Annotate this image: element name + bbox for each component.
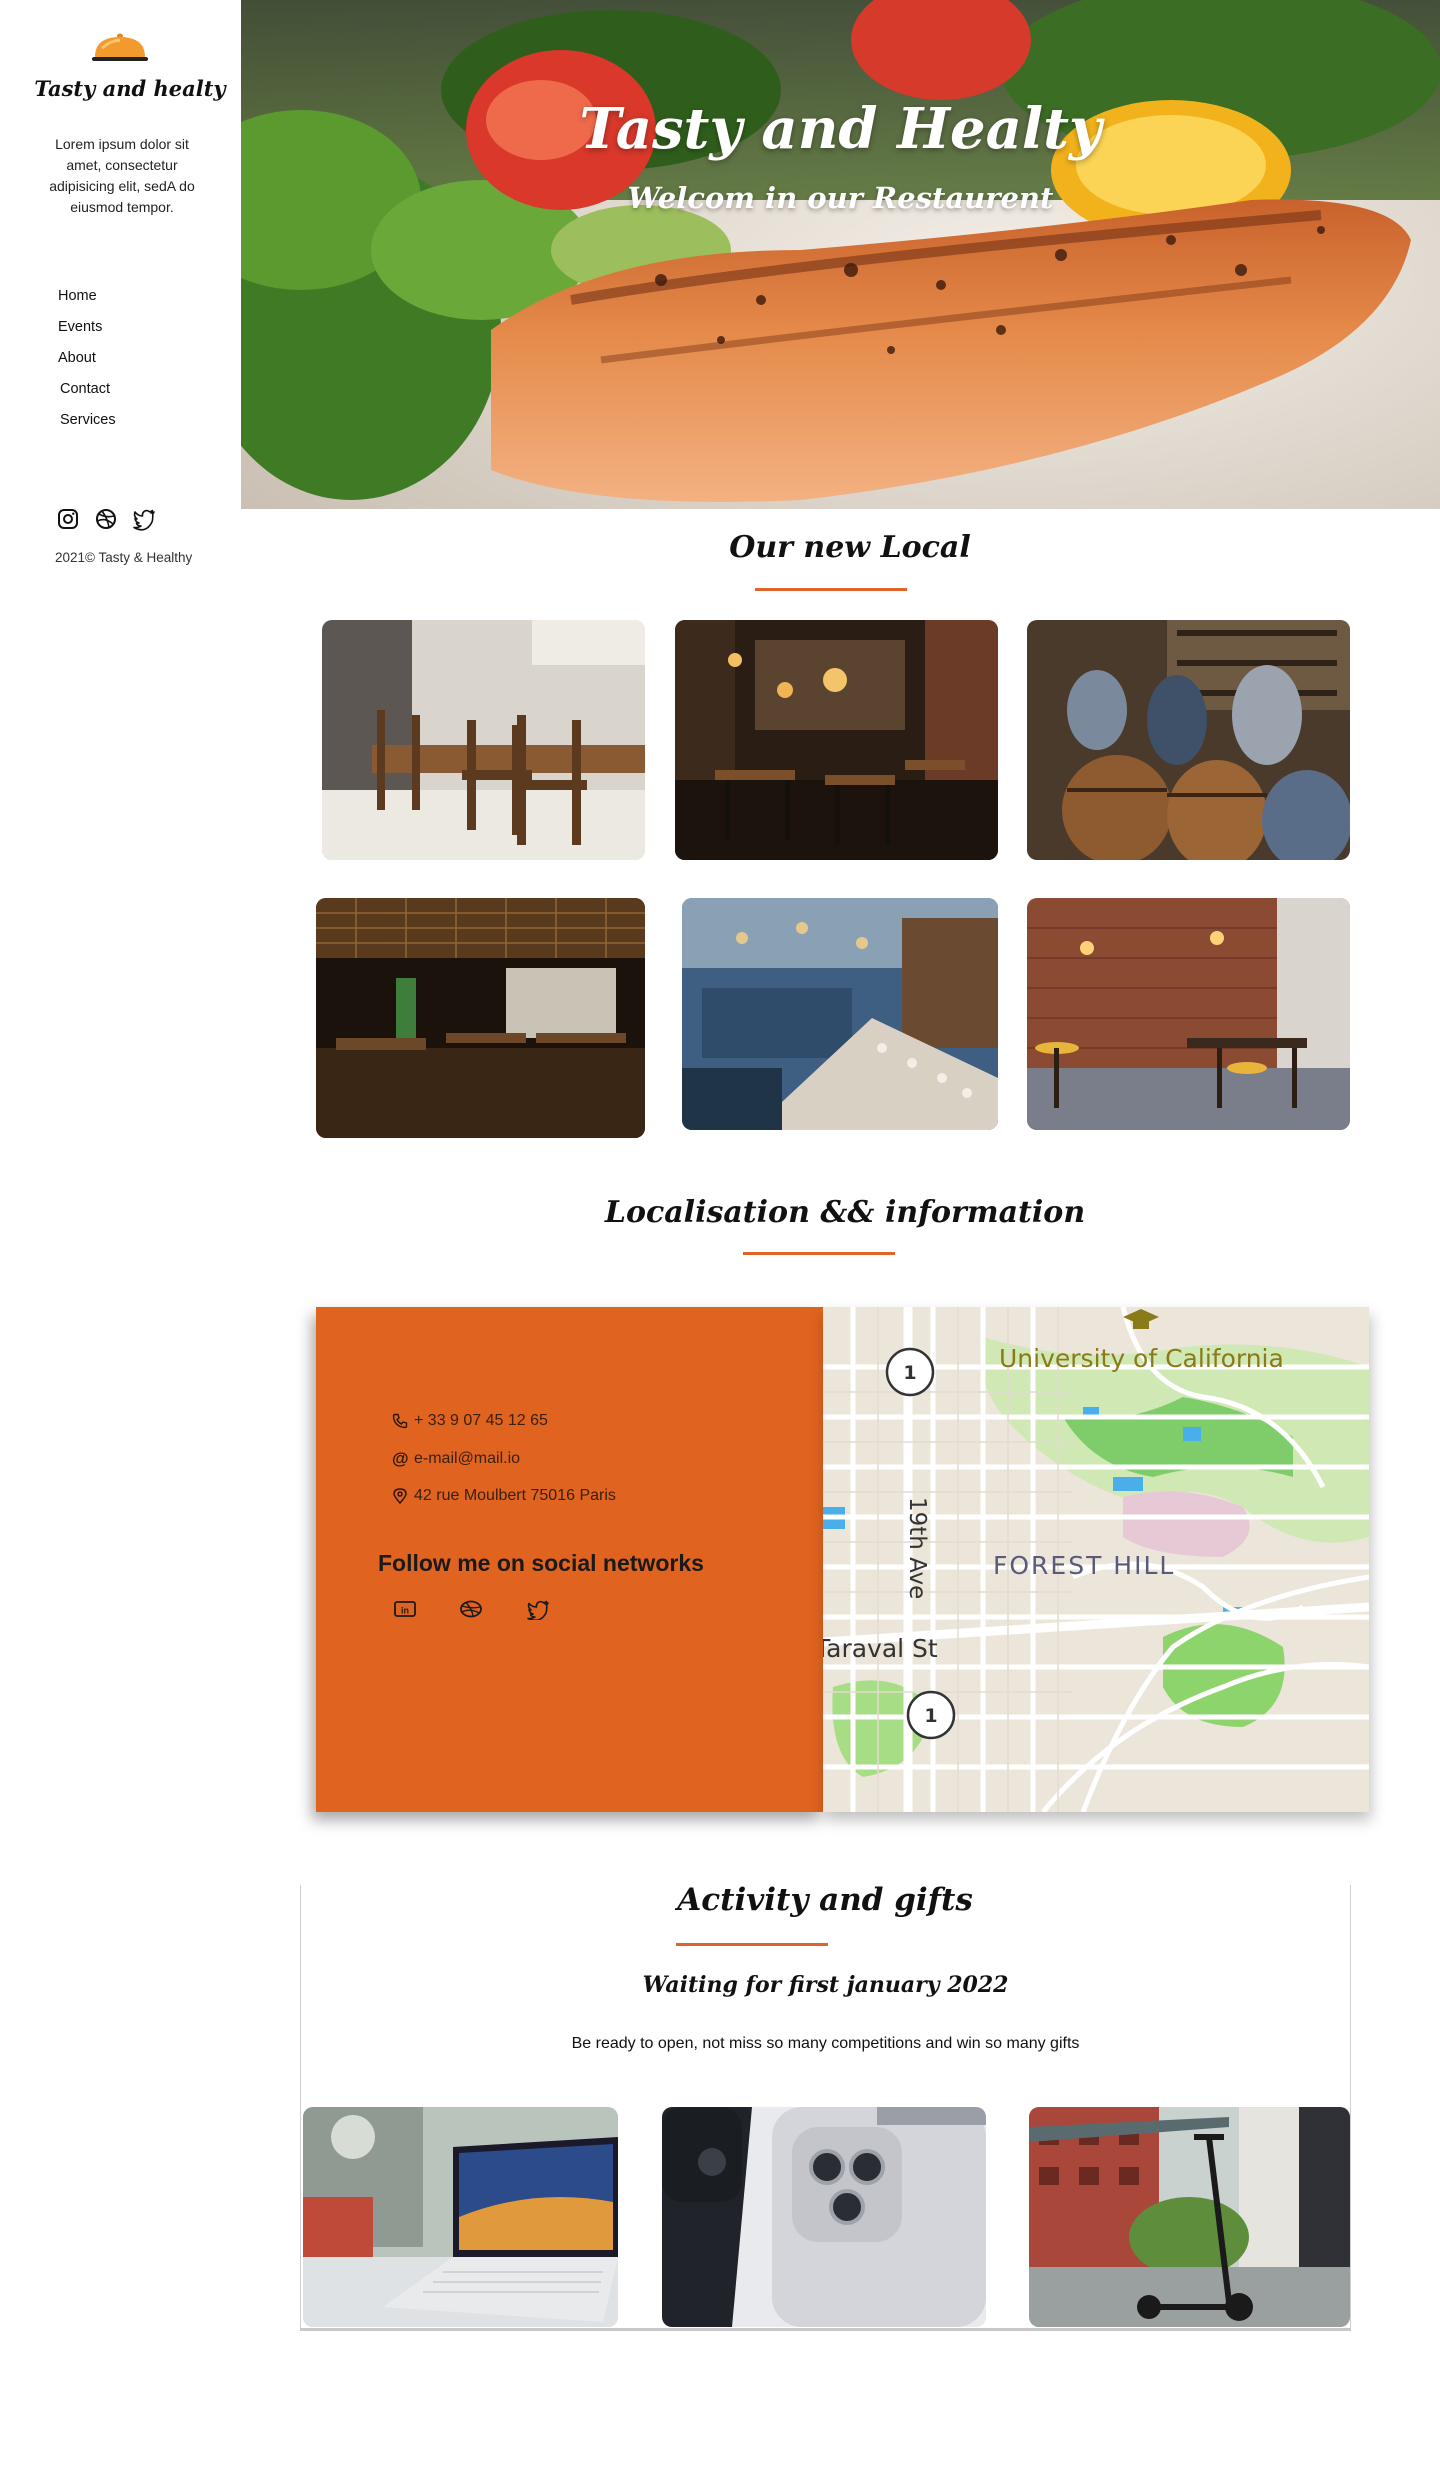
phone-line: + 33 9 07 45 12 65	[392, 1412, 548, 1430]
gift-smartphone	[662, 2107, 986, 2327]
local-photo-4	[316, 898, 645, 1138]
gift-laptop	[303, 2107, 618, 2327]
nav-item-about[interactable]: About	[58, 348, 116, 379]
twitter-icon[interactable]	[132, 507, 156, 531]
nav-item-events[interactable]: Events	[58, 317, 116, 348]
activity-waiting-title: Waiting for first january 2022	[642, 1972, 1009, 1998]
svg-text:in: in	[401, 1606, 409, 1616]
email-line: @ e-mail@mail.io	[392, 1450, 520, 1468]
hero-title: Tasty and Healty	[579, 96, 1102, 162]
twitter-icon[interactable]	[524, 1598, 550, 1622]
map-label-19th-ave: 19th Ave	[904, 1497, 930, 1599]
nav-item-home[interactable]: Home	[58, 286, 116, 317]
local-section-title: Our new Local	[729, 530, 971, 565]
main-nav: Home Events About Contact Services	[58, 286, 116, 441]
brand-intro: Lorem ipsum dolor sit amet, consectetur …	[49, 136, 195, 215]
local-title-underline	[755, 588, 907, 591]
instagram-icon[interactable]	[56, 507, 80, 531]
map-label-taraval: Taraval St	[823, 1634, 938, 1663]
follow-social-links: in	[392, 1598, 550, 1622]
sidebar: Tasty and healty Lorem ipsum dolor sit a…	[0, 0, 241, 620]
location-pin-icon	[393, 1488, 407, 1504]
local-photo-1	[322, 620, 645, 860]
dribbble-icon[interactable]	[458, 1598, 484, 1620]
map-tiles: 1 1 University of California 19th Ave FO…	[823, 1307, 1369, 1812]
contact-panel: + 33 9 07 45 12 65 @ e-mail@mail.io 42 r…	[316, 1307, 823, 1812]
map-marker-2[interactable]: 1	[924, 1705, 937, 1727]
copyright: 2021© Tasty & Healthy	[55, 550, 193, 565]
follow-title: Follow me on social networks	[378, 1550, 704, 1576]
map-label-forest-hill: FOREST HILL	[993, 1551, 1175, 1580]
map-label-university: University of California	[999, 1344, 1284, 1373]
location-map[interactable]: 1 1 University of California 19th Ave FO…	[823, 1307, 1369, 1812]
map-marker-1[interactable]: 1	[903, 1362, 916, 1384]
phone-number[interactable]: + 33 9 07 45 12 65	[414, 1412, 548, 1430]
brand-name: Tasty and healty	[34, 76, 226, 101]
hero-subtitle: Welcom in our Restaurent	[627, 181, 1054, 215]
dribbble-icon[interactable]	[94, 507, 118, 531]
activity-description: Be ready to open, not miss so many compe…	[571, 2035, 1080, 2052]
hero-banner: Tasty and Healty Welcom in our Restauren…	[241, 0, 1440, 509]
local-photo-3	[1027, 620, 1350, 860]
hero-food-image	[241, 0, 1440, 509]
nav-item-contact[interactable]: Contact	[58, 379, 116, 410]
local-photo-5	[682, 898, 998, 1130]
cloche-logo-icon	[92, 33, 148, 61]
nav-item-services[interactable]: Services	[58, 410, 116, 441]
linkedin-icon[interactable]: in	[392, 1598, 418, 1620]
phone-icon	[392, 1413, 408, 1429]
localisation-title-underline	[743, 1252, 895, 1255]
activity-section-title: Activity and gifts	[677, 1882, 973, 1918]
activity-title-underline	[676, 1943, 828, 1946]
address-line: 42 rue Moulbert 75016 Paris	[392, 1487, 616, 1505]
gift-scooter	[1029, 2107, 1350, 2327]
local-photo-2	[675, 620, 998, 860]
local-photo-6	[1027, 898, 1350, 1130]
localisation-section-title: Localisation && information	[604, 1195, 1086, 1230]
sidebar-social-links	[56, 507, 156, 531]
street-address: 42 rue Moulbert 75016 Paris	[414, 1487, 616, 1504]
at-icon: @	[392, 1449, 409, 1468]
email-address[interactable]: e-mail@mail.io	[414, 1450, 520, 1468]
